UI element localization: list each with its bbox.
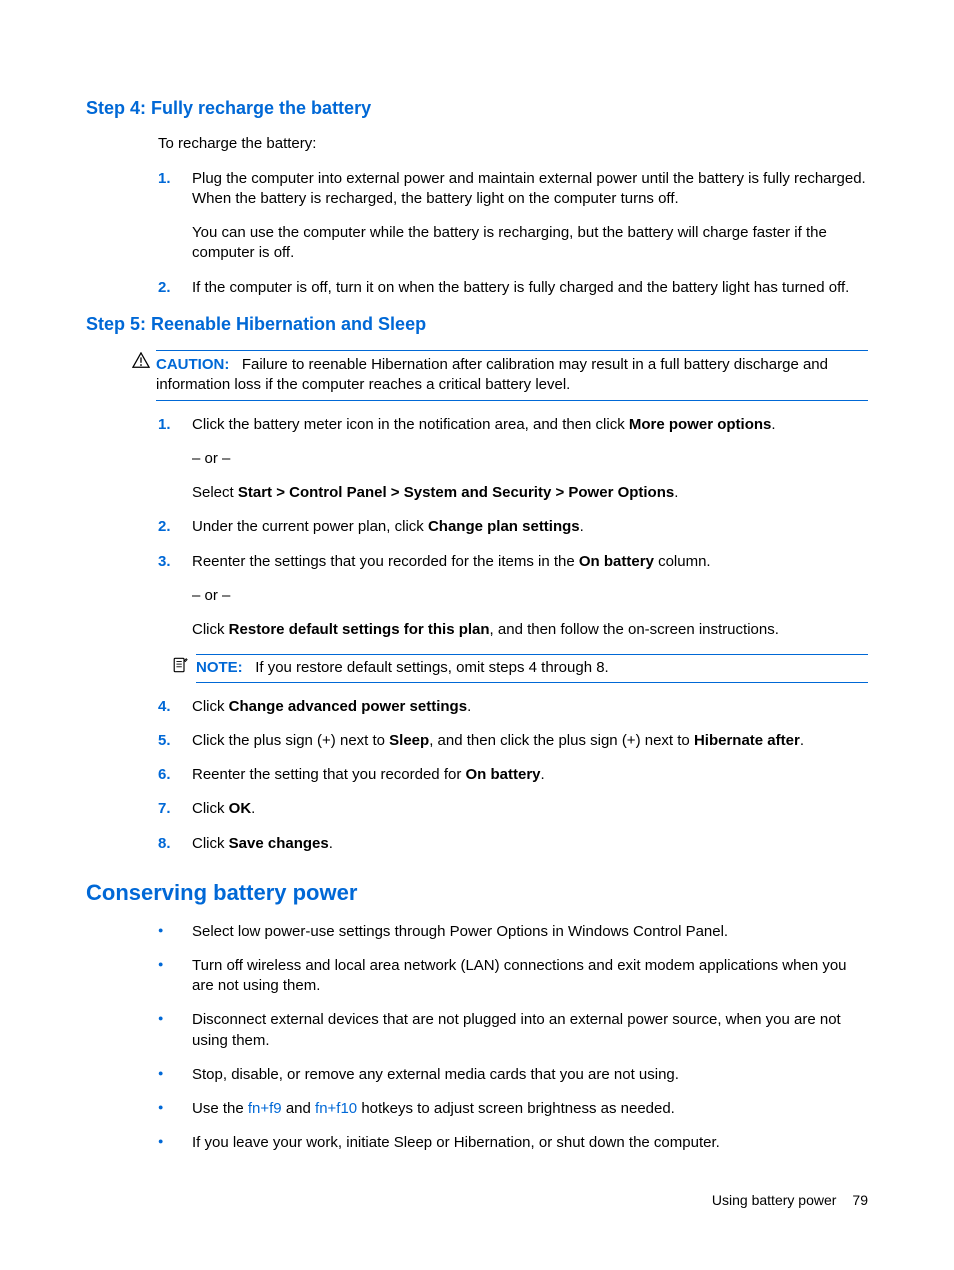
- step5-list: 1. Click the battery meter icon in the n…: [158, 415, 868, 641]
- caution-label: CAUTION:: [156, 356, 229, 373]
- list-item: Select low power-use settings through Po…: [158, 922, 868, 942]
- conserving-list: Select low power-use settings through Po…: [158, 922, 868, 1154]
- page-footer: Using battery power 79: [712, 1191, 868, 1210]
- list-number: 4.: [158, 697, 171, 717]
- list-item: Turn off wireless and local area network…: [158, 956, 868, 997]
- note-body: NOTE: If you restore default settings, o…: [196, 654, 868, 682]
- step5-heading: Step 5: Reenable Hibernation and Sleep: [86, 312, 868, 336]
- caution-icon: [132, 352, 150, 368]
- note-callout: NOTE: If you restore default settings, o…: [172, 654, 868, 682]
- list-item: Disconnect external devices that are not…: [158, 1010, 868, 1051]
- page-number: 79: [852, 1192, 868, 1208]
- step5-item-8: 8. Click Save changes.: [158, 834, 868, 854]
- body-text: If the computer is off, turn it on when …: [192, 278, 868, 298]
- list-number: 2.: [158, 517, 171, 537]
- step4-list: 1. Plug the computer into external power…: [158, 169, 868, 298]
- conserving-heading: Conserving battery power: [86, 878, 868, 908]
- step5-item-7: 7. Click OK.: [158, 799, 868, 819]
- step4-heading: Step 4: Fully recharge the battery: [86, 96, 868, 120]
- list-item: Use the fn+f9 and fn+f10 hotkeys to adju…: [158, 1099, 868, 1119]
- list-number: 2.: [158, 278, 171, 298]
- body-text: Under the current power plan, click Chan…: [192, 517, 868, 537]
- or-text: – or –: [192, 449, 868, 469]
- or-text: – or –: [192, 586, 868, 606]
- step5-item-6: 6. Reenter the setting that you recorded…: [158, 765, 868, 785]
- step5-item-5: 5. Click the plus sign (+) next to Sleep…: [158, 731, 868, 751]
- list-number: 5.: [158, 731, 171, 751]
- body-text: Click OK.: [192, 799, 868, 819]
- step5-item-3: 3. Reenter the settings that you recorde…: [158, 552, 868, 641]
- hotkey: fn+f10: [315, 1100, 357, 1117]
- list-number: 3.: [158, 552, 171, 572]
- step5-item-1: 1. Click the battery meter icon in the n…: [158, 415, 868, 504]
- step5-item-2: 2. Under the current power plan, click C…: [158, 517, 868, 537]
- body-text: Click Change advanced power settings.: [192, 697, 868, 717]
- caution-text: Failure to reenable Hibernation after ca…: [156, 356, 828, 393]
- step4-item-2: 2. If the computer is off, turn it on wh…: [158, 278, 868, 298]
- document-page: Step 4: Fully recharge the battery To re…: [0, 0, 954, 1270]
- step4-intro: To recharge the battery:: [158, 134, 868, 154]
- note-text: If you restore default settings, omit st…: [255, 659, 609, 676]
- step5-list-cont: 4. Click Change advanced power settings.…: [158, 697, 868, 854]
- body-text: Plug the computer into external power an…: [192, 169, 868, 210]
- caution-callout: CAUTION: Failure to reenable Hibernation…: [132, 350, 868, 401]
- list-item: If you leave your work, initiate Sleep o…: [158, 1133, 868, 1153]
- body-text: Reenter the settings that you recorded f…: [192, 552, 868, 572]
- list-item: Stop, disable, or remove any external me…: [158, 1065, 868, 1085]
- body-text: Click the battery meter icon in the noti…: [192, 415, 868, 435]
- caution-body: CAUTION: Failure to reenable Hibernation…: [156, 350, 868, 401]
- list-number: 7.: [158, 799, 171, 819]
- step4-item-1: 1. Plug the computer into external power…: [158, 169, 868, 264]
- body-text: Click Restore default settings for this …: [192, 620, 868, 640]
- list-number: 6.: [158, 765, 171, 785]
- body-text: Click the plus sign (+) next to Sleep, a…: [192, 731, 868, 751]
- body-text: You can use the computer while the batte…: [192, 223, 868, 264]
- list-number: 1.: [158, 169, 171, 189]
- step5-item-4: 4. Click Change advanced power settings.: [158, 697, 868, 717]
- note-icon: [172, 657, 188, 673]
- list-number: 1.: [158, 415, 171, 435]
- body-text: Reenter the setting that you recorded fo…: [192, 765, 868, 785]
- list-number: 8.: [158, 834, 171, 854]
- footer-section: Using battery power: [712, 1192, 837, 1208]
- hotkey: fn+f9: [248, 1100, 282, 1117]
- body-text: Select Start > Control Panel > System an…: [192, 483, 868, 503]
- body-text: Click Save changes.: [192, 834, 868, 854]
- note-label: NOTE:: [196, 659, 243, 676]
